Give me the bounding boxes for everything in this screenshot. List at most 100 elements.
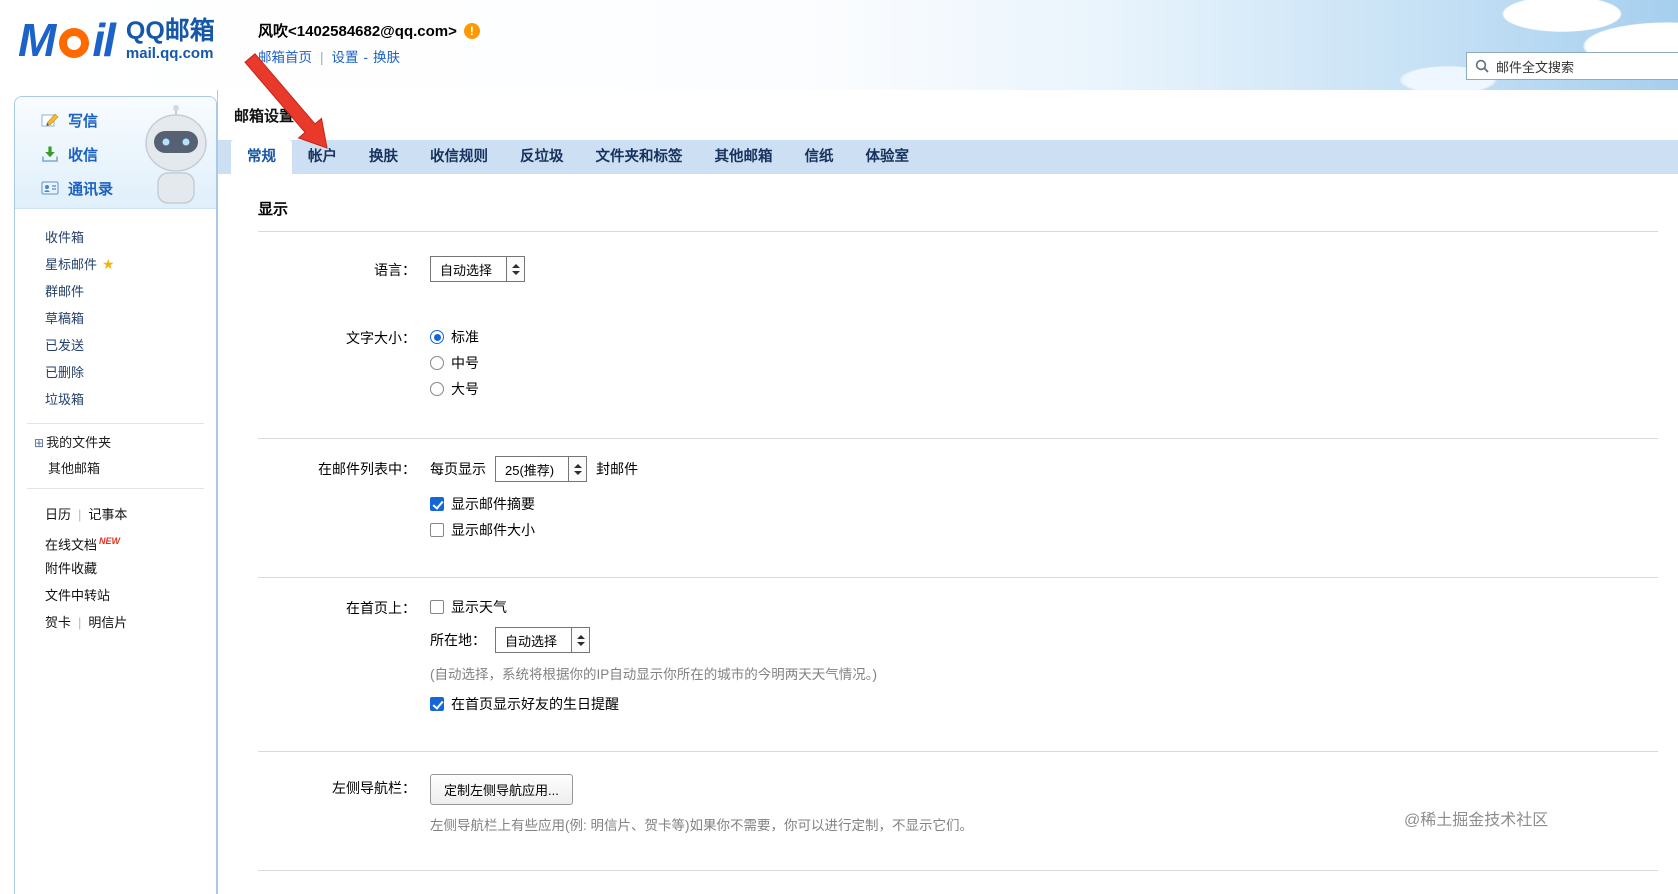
radio-standard[interactable] (430, 330, 444, 344)
location-select-value: 自动选择 (505, 633, 558, 649)
receive-mail-icon (42, 146, 58, 162)
homepage-row: 在首页上： 显示天气 所在地： 自动选择 (自动选择，系统将根据你的IP自动显示… (258, 594, 1658, 717)
watermark-text: @稀土掘金技术社区 (1404, 812, 1549, 829)
folder-label: 垃圾箱 (45, 392, 85, 407)
tools-separator: | (78, 507, 82, 522)
page-header: M il QQ邮箱 mail.qq.com 风吹<1402584682@qq.c… (0, 0, 1678, 90)
homepage-label: 在首页上： (346, 600, 416, 616)
tab-stationery[interactable]: 信纸 (789, 140, 850, 174)
folder-group-mail[interactable]: 群邮件 (15, 278, 216, 305)
location-select[interactable]: 自动选择 (495, 627, 591, 653)
select-spinner-icon[interactable] (568, 457, 587, 481)
tab-lab[interactable]: 体验室 (850, 140, 926, 174)
show-summary-checkbox[interactable] (430, 497, 444, 511)
calendar-link[interactable]: 日历 (45, 507, 71, 522)
birthday-reminder-option[interactable]: 在首页显示好友的生日提醒 (430, 691, 877, 717)
tab-antispam[interactable]: 反垃圾 (504, 140, 580, 174)
compose-label: 写信 (68, 112, 99, 130)
show-size-checkbox[interactable] (430, 523, 444, 537)
logo-text-block: QQ邮箱 mail.qq.com (125, 17, 215, 63)
show-size-label: 显示邮件大小 (451, 522, 535, 538)
other-mailbox-group[interactable]: 其他邮箱 (15, 456, 216, 482)
folder-inbox[interactable]: 收件箱 (15, 224, 216, 251)
tab-mail-rules[interactable]: 收信规则 (414, 140, 504, 174)
receive-mail-button[interactable]: 收信 (15, 137, 216, 171)
postcard-link[interactable]: 明信片 (88, 615, 127, 630)
tab-account[interactable]: 帐户 (292, 140, 353, 174)
radio-large[interactable] (430, 382, 444, 396)
compose-icon (41, 113, 59, 127)
per-page-select[interactable]: 25(推荐) (495, 456, 588, 482)
nav-dash: - (363, 50, 369, 65)
contacts-button[interactable]: 通讯录 (15, 171, 216, 205)
sidebar-divider (27, 488, 204, 489)
folder-starred[interactable]: 星标邮件 ★ (15, 251, 216, 278)
account-identity: 风吹<1402584682@qq.com> ! (258, 20, 480, 41)
birthday-reminder-checkbox[interactable] (430, 697, 444, 711)
qqmail-logo[interactable]: M il QQ邮箱 mail.qq.com (18, 14, 215, 66)
folder-label: 收件箱 (45, 230, 85, 245)
nav-mail-home-link[interactable]: 邮箱首页 (258, 50, 312, 65)
page-title: 邮箱设置 (234, 108, 295, 125)
settings-content: 显示 语言： 自动选择 文字大小： 标准 中号 大号 在邮件列表中： 每页显示 … (218, 174, 1678, 871)
per-page-suffix: 封邮件 (596, 461, 639, 477)
text-size-row: 文字大小： 标准 中号 大号 (258, 324, 1658, 402)
show-weather-option[interactable]: 显示天气 (430, 594, 877, 620)
folder-deleted[interactable]: 已删除 (15, 359, 216, 386)
show-summary-option[interactable]: 显示邮件摘要 (430, 491, 638, 517)
per-page-line: 每页显示 25(推荐) 封邮件 (430, 455, 638, 483)
show-weather-checkbox[interactable] (430, 600, 444, 614)
row-divider (258, 438, 1658, 439)
select-spinner-icon[interactable] (506, 257, 525, 281)
logo-mail-word: M il (18, 14, 116, 66)
folder-spam[interactable]: 垃圾箱 (15, 386, 216, 413)
logo-domain: mail.qq.com (125, 45, 214, 62)
text-size-option-medium[interactable]: 中号 (430, 350, 479, 376)
compose-mail-button[interactable]: 写信 (15, 103, 216, 137)
per-page-select-value: 25(推荐) (505, 462, 555, 478)
location-label: 所在地： (430, 632, 486, 648)
radio-medium[interactable] (430, 356, 444, 370)
select-spinner-icon[interactable] (571, 628, 590, 652)
fulltext-search-box[interactable]: 邮件全文搜索 (1466, 52, 1678, 80)
contacts-label: 通讯录 (68, 180, 114, 198)
greeting-card-link[interactable]: 贺卡 (45, 615, 71, 630)
expand-plus-icon[interactable]: ⊞ (34, 436, 44, 450)
nav-skin-link[interactable]: 换肤 (373, 50, 400, 65)
left-nav-label: 左侧导航栏： (332, 780, 416, 796)
language-select[interactable]: 自动选择 (430, 256, 526, 282)
text-size-option-large[interactable]: 大号 (430, 376, 479, 402)
online-docs-link[interactable]: 在线文档 (45, 537, 97, 552)
logo-product-name: QQ邮箱 (125, 17, 215, 45)
file-transfer-link[interactable]: 文件中转站 (45, 588, 110, 603)
tab-other-mailbox[interactable]: 其他邮箱 (699, 140, 789, 174)
tab-folders-labels[interactable]: 文件夹和标签 (580, 140, 699, 174)
row-divider (258, 870, 1658, 871)
notes-link[interactable]: 记事本 (88, 507, 127, 522)
show-size-option[interactable]: 显示邮件大小 (430, 517, 638, 543)
folder-drafts[interactable]: 草稿箱 (15, 305, 216, 332)
row-divider (258, 577, 1658, 578)
mail-list-row: 在邮件列表中： 每页显示 25(推荐) 封邮件 显示邮件摘要 显示邮件大小 (258, 455, 1658, 543)
tab-general[interactable]: 常规 (231, 140, 292, 174)
per-page-prefix: 每页显示 (430, 461, 486, 477)
new-badge: NEW (99, 536, 121, 546)
my-folders-group[interactable]: ⊞ 我的文件夹 (15, 430, 216, 456)
customize-left-nav-button[interactable]: 定制左侧导航应用... (430, 774, 573, 805)
folder-sent[interactable]: 已发送 (15, 332, 216, 359)
show-summary-label: 显示邮件摘要 (451, 496, 535, 512)
text-size-option-standard[interactable]: 标准 (430, 324, 479, 350)
star-icon: ★ (102, 256, 115, 272)
nav-settings-link[interactable]: 设置 (332, 50, 359, 65)
attachment-favorites-link[interactable]: 附件收藏 (45, 561, 97, 576)
info-warning-icon[interactable]: ! (463, 22, 480, 39)
tab-skin[interactable]: 换肤 (353, 140, 414, 174)
tools-row-cards: 贺卡 | 明信片 (15, 609, 216, 636)
logo-letters-il: il (92, 14, 116, 66)
row-divider (258, 751, 1658, 752)
search-placeholder: 邮件全文搜索 (1496, 59, 1575, 75)
mail-list-label: 在邮件列表中： (318, 461, 416, 477)
tools-row-attachments: 附件收藏 (15, 555, 216, 582)
language-row: 语言： 自动选择 (258, 256, 1658, 282)
language-select-value: 自动选择 (440, 262, 493, 278)
